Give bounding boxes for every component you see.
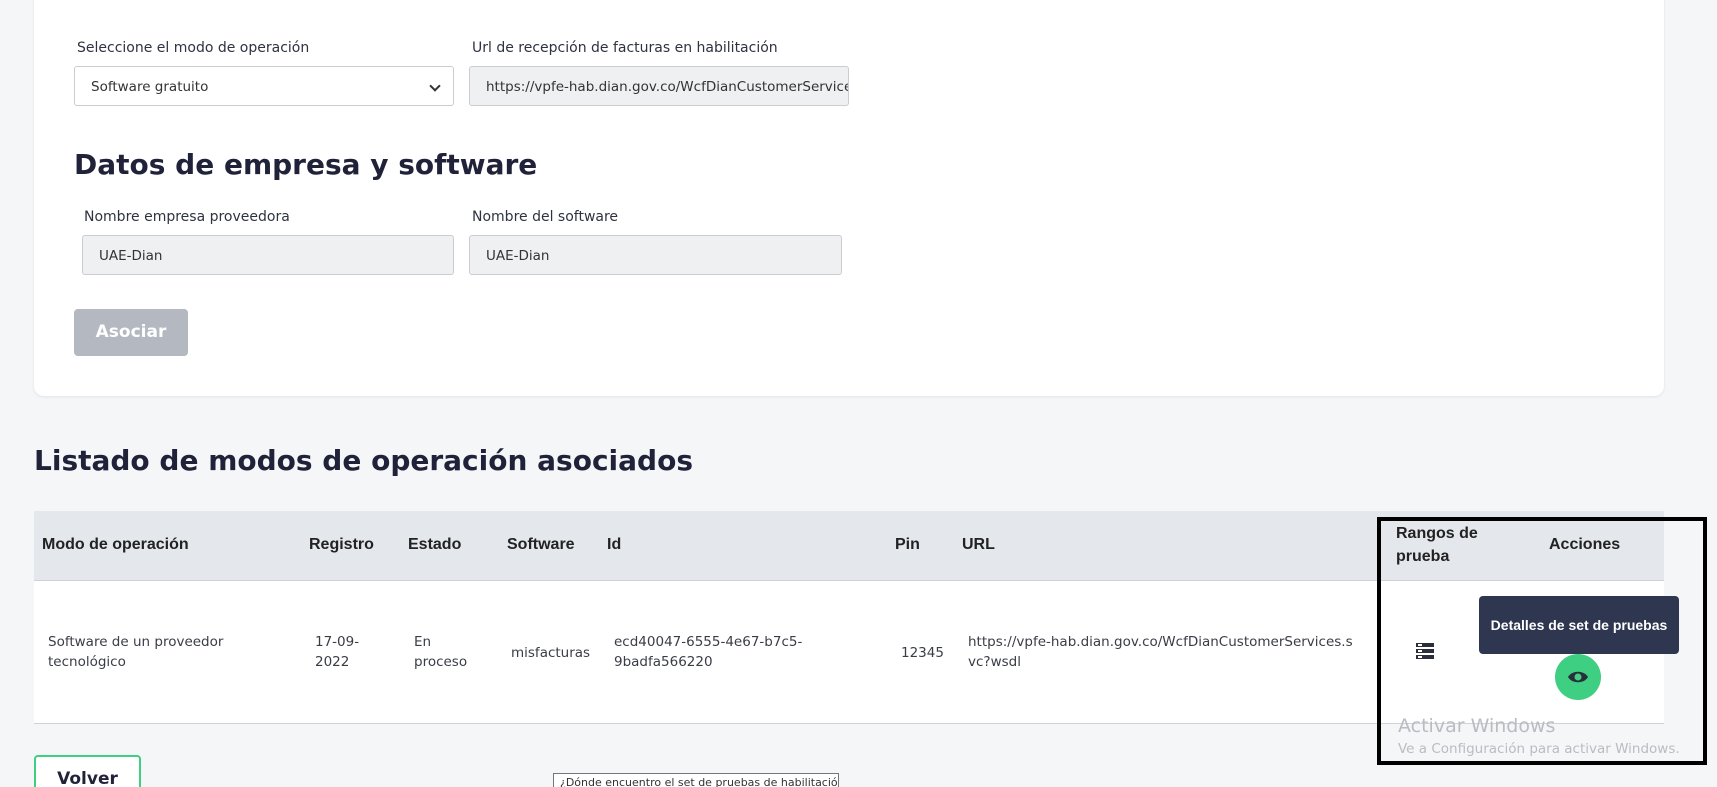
help-link[interactable]: ¿Dónde encuentro el set de pruebas de ha…: [553, 773, 839, 787]
provider-field[interactable]: UAE-Dian: [82, 235, 454, 275]
col-software: Software: [507, 536, 575, 553]
software-label: Nombre del software: [472, 209, 619, 225]
url-field[interactable]: https://vpfe-hab.dian.gov.co/WcfDianCust…: [469, 66, 849, 106]
back-button[interactable]: Volver: [34, 755, 141, 787]
associate-button[interactable]: Asociar: [74, 309, 188, 356]
url-label: Url de recepción de facturas en habilita…: [472, 40, 778, 56]
cell-software: misfacturas: [511, 645, 591, 661]
col-pin: Pin: [895, 536, 920, 553]
windows-watermark-title: Activar Windows: [1398, 715, 1556, 737]
chevron-down-icon: [429, 80, 441, 92]
provider-label: Nombre empresa proveedora: [84, 209, 290, 225]
col-url: URL: [962, 536, 995, 553]
col-registro: Registro: [309, 536, 374, 553]
windows-watermark-subtitle: Ve a Configuración para activar Windows.: [1398, 741, 1680, 757]
cell-mode: Software de un proveedor tecnológico: [48, 634, 224, 670]
cell-id: ecd40047-6555-4e67-b7c5-9badfa566220: [614, 634, 803, 670]
cell-registro: 17-09-2022: [315, 634, 360, 670]
list-title: Listado de modos de operación asociados: [34, 444, 693, 477]
software-field[interactable]: UAE-Dian: [469, 235, 842, 275]
mode-label: Seleccione el modo de operación: [77, 40, 310, 56]
mode-select[interactable]: Software gratuito: [74, 66, 454, 106]
mode-select-value: Software gratuito: [91, 79, 209, 95]
form-card: [34, 0, 1664, 396]
col-id: Id: [607, 536, 622, 553]
company-section-title: Datos de empresa y software: [74, 148, 538, 181]
cell-url: https://vpfe-hab.dian.gov.co/WcfDianCust…: [968, 634, 1353, 670]
col-estado: Estado: [408, 536, 462, 553]
cell-pin: 12345: [901, 645, 944, 661]
col-mode: Modo de operación: [42, 536, 189, 553]
cell-estado: En proceso: [414, 634, 468, 670]
